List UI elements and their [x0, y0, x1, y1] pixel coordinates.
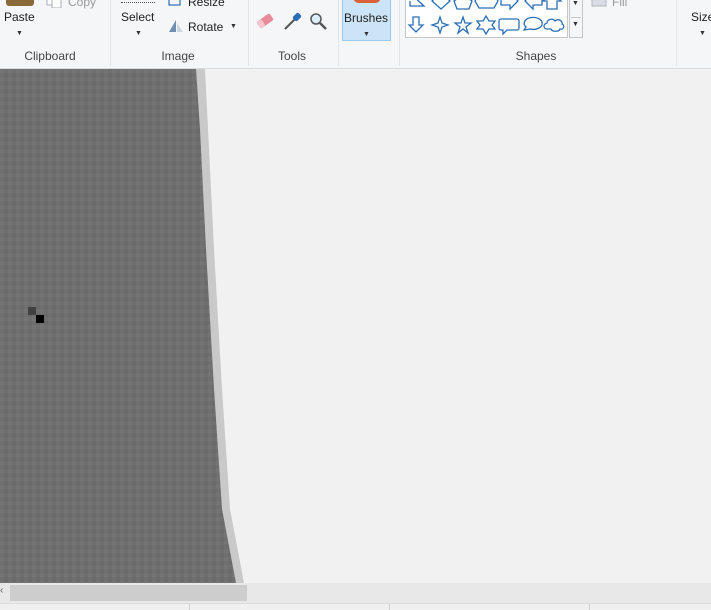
shape-five-point-star[interactable]: [453, 14, 473, 35]
brushes-label: Brushes: [344, 11, 389, 25]
shapes-group-label: Shapes: [515, 49, 557, 63]
shape-hexagon[interactable]: [474, 0, 499, 9]
rotate-icon: [169, 20, 183, 32]
shape-right-triangle[interactable]: [409, 0, 426, 7]
copy-label: Copy: [68, 0, 97, 9]
copy-button[interactable]: Copy: [46, 0, 102, 10]
rotate-label: Rotate: [188, 20, 224, 34]
shape-six-point-star[interactable]: [475, 14, 497, 36]
zoomed-image-content: [0, 69, 244, 583]
size-label: Size: [691, 10, 711, 24]
image-group-label: Image: [161, 49, 195, 63]
size-dropdown-caret: ▼: [699, 30, 706, 37]
brushes-dropdown-caret: ▼: [363, 31, 370, 38]
eraser-icon: [256, 13, 274, 29]
brush-icon: [353, 0, 381, 3]
shape-cloud-callout[interactable]: [543, 18, 565, 32]
paste-button[interactable]: Paste ▼: [0, 0, 42, 44]
gallery-divider: [571, 17, 581, 18]
resize-icon: [168, 0, 181, 6]
color-picker-tool[interactable]: [281, 10, 303, 32]
select-button[interactable]: Select ▼: [116, 0, 162, 44]
shape-oval-callout[interactable]: [522, 16, 543, 31]
rotate-button[interactable]: Rotate ▼: [166, 18, 240, 36]
ribbon: Paste ▼ Copy Clipboard Select ▼ Resize R…: [0, 0, 711, 69]
resize-button[interactable]: Resize: [166, 0, 230, 10]
horizontal-scrollbar-thumb[interactable]: [10, 585, 247, 601]
shape-down-arrow[interactable]: [407, 16, 425, 33]
resize-label: Resize: [188, 0, 225, 9]
shape-pentagon[interactable]: [453, 0, 473, 10]
select-dropdown-caret: ▼: [135, 30, 142, 37]
dark-pixel-marker: [28, 307, 36, 315]
tools-group-label: Tools: [277, 49, 306, 63]
magnifier-icon: [310, 13, 327, 30]
select-label: Select: [121, 10, 155, 24]
clipboard-icon: [6, 0, 34, 6]
size-button[interactable]: Size ▼: [686, 0, 711, 44]
status-divider: [389, 603, 390, 610]
eraser-tool[interactable]: [254, 10, 276, 32]
shape-rounded-rect-callout[interactable]: [498, 18, 520, 36]
group-separator: [248, 0, 249, 66]
shape-left-arrow[interactable]: [524, 0, 543, 11]
copy-icon: [46, 0, 62, 8]
color-picker-icon: [284, 12, 302, 30]
status-bar: [0, 603, 711, 610]
scroll-down-arrow-icon[interactable]: ▼: [572, 0, 579, 7]
rotate-dropdown-caret: ▼: [230, 23, 237, 30]
paste-dropdown-caret: ▼: [16, 30, 23, 37]
group-separator: [676, 0, 677, 66]
fill-label: Fill: [612, 0, 628, 9]
black-pixel-marker: [36, 315, 44, 323]
shapes-gallery: [405, 0, 568, 38]
shapes-gallery-scroll[interactable]: ▼ ▼: [569, 0, 583, 38]
clipboard-group-label: Clipboard: [24, 49, 76, 63]
brushes-button[interactable]: Brushes ▼: [342, 0, 391, 41]
select-marquee-icon: [121, 0, 155, 3]
shape-right-arrow[interactable]: [500, 0, 519, 11]
fill-bucket-icon: [591, 0, 607, 7]
group-separator: [338, 0, 339, 66]
expand-gallery-icon[interactable]: ▼: [572, 21, 579, 28]
paste-label: Paste: [4, 10, 35, 24]
status-divider: [189, 603, 190, 610]
status-divider: [589, 603, 590, 610]
shape-diamond[interactable]: [431, 0, 451, 10]
shape-up-arrow[interactable]: [541, 0, 563, 10]
gray-pixel-region: [0, 69, 236, 583]
fill-button[interactable]: Fill: [590, 0, 650, 10]
shape-four-point-star[interactable]: [429, 14, 451, 36]
scroll-left-arrow-icon[interactable]: ‹: [0, 585, 3, 596]
canvas-area[interactable]: [0, 69, 711, 583]
group-separator: [110, 0, 111, 66]
magnifier-tool[interactable]: [307, 10, 329, 32]
